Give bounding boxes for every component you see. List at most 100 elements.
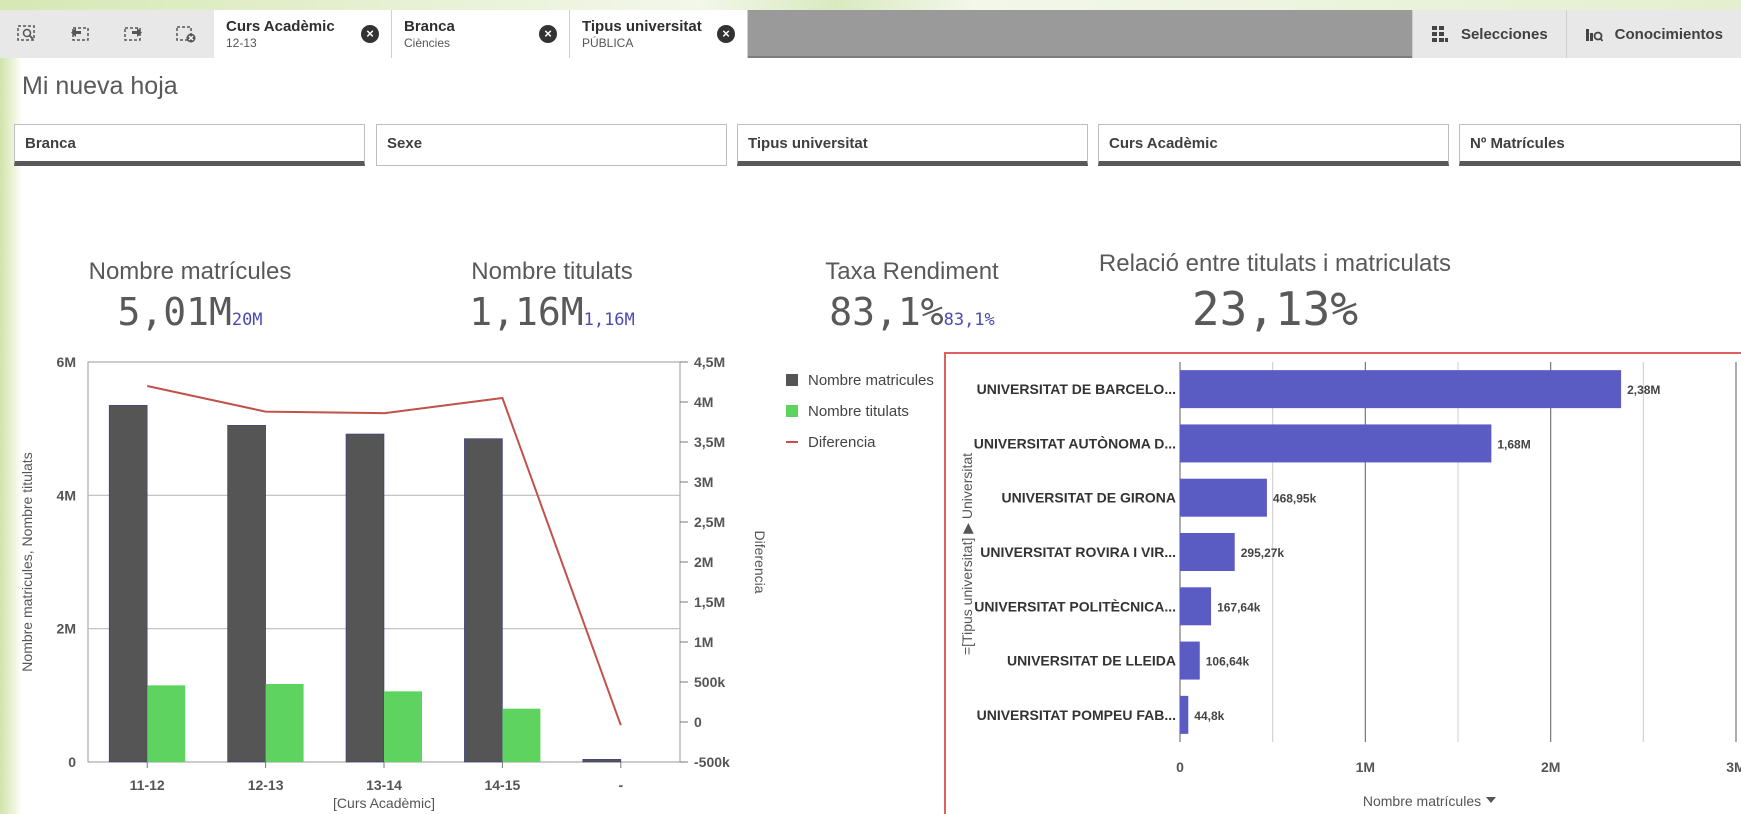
filter-sexe[interactable]: Sexe: [376, 124, 727, 166]
x-tick-label: 12-13: [248, 777, 284, 793]
selection-chip-curs-academic[interactable]: Curs Acadèmic 12-13 ×: [214, 10, 392, 58]
y2-tick-label: 1,5M: [694, 594, 725, 610]
x-tick-label: 11-12: [130, 777, 165, 793]
data-label: 44,8k: [1194, 709, 1224, 723]
bar-nombre-matricules: [345, 433, 385, 763]
y2-tick-label: 2,5M: [694, 514, 725, 530]
kpi-main-value: 1,16M: [469, 290, 584, 334]
bar-universitat: [1180, 424, 1492, 463]
legend-label: Diferencia: [808, 434, 876, 451]
y-axis-label: Nombre matricules, Nombre titulats: [19, 452, 35, 671]
bar-nombre-matricules: [464, 438, 503, 763]
data-label: 295,27k: [1241, 546, 1285, 560]
filter-curs-academic[interactable]: Curs Acadèmic: [1098, 124, 1449, 166]
x-axis-label: [Curs Acadèmic]: [333, 795, 435, 811]
y-tick-label: UNIVERSITAT ROVIRA I VIR...: [980, 544, 1176, 560]
close-icon[interactable]: ×: [361, 25, 379, 43]
smart-search-icon[interactable]: [0, 10, 53, 58]
selection-chip-branca[interactable]: Branca Ciències ×: [392, 10, 570, 58]
chip-title: Branca: [404, 18, 455, 35]
y-tick-label: 2M: [57, 621, 76, 637]
y-tick-label: UNIVERSITAT POMPEU FAB...: [977, 707, 1176, 723]
kpi-nombre-matricules: Nombre matrícules 5,01M20M: [60, 258, 320, 334]
y-tick-label: UNIVERSITAT DE GIRONA: [1002, 490, 1177, 506]
kpi-title: Taxa Rendiment: [825, 258, 999, 285]
filter-branca[interactable]: Branca: [14, 124, 365, 166]
page-title: Mi nueva hoja: [22, 72, 178, 100]
combo-chart[interactable]: 0 2M 4M 6M -500k 0 500k 1M 1,5M 2M 2,5M 3M 3,5M 4M 4,5…: [0, 350, 950, 814]
sort-dropdown-icon: [1486, 797, 1496, 803]
step-back-icon[interactable]: [53, 10, 106, 58]
y2-tick-label: 3M: [694, 474, 713, 490]
bar-universitat: [1180, 370, 1622, 409]
bar-nombre-matricules: [582, 759, 622, 763]
decorative-background-strip: [0, 0, 1741, 10]
close-icon[interactable]: ×: [717, 25, 735, 43]
bar-universitat: [1180, 533, 1235, 571]
x-tick-label: 3M: [1726, 759, 1741, 775]
y2-tick-label: -500k: [694, 754, 730, 770]
y-tick-label: UNIVERSITAT POLITÈCNICA...: [974, 598, 1176, 614]
x-tick-label: 0: [1176, 759, 1184, 775]
y2-tick-label: 3,5M: [694, 434, 725, 450]
x-tick-label: 14-15: [484, 777, 520, 793]
y2-tick-label: 500k: [694, 674, 725, 690]
data-label: 167,64k: [1217, 600, 1261, 614]
y2-tick-label: 4M: [694, 394, 713, 410]
selecciones-button[interactable]: Selecciones: [1411, 10, 1566, 58]
legend-label: Nombre titulats: [808, 403, 909, 420]
kpi-relacio-titulats-matriculats: Relació entre titulats i matriculats 23,…: [1075, 250, 1475, 336]
kpi-main-value: 5,01M: [117, 290, 232, 334]
y2-tick-label: 4,5M: [694, 354, 725, 370]
selection-chip-tipus-universitat[interactable]: Tipus universitat PÚBLICA ×: [570, 10, 748, 58]
filter-bar: Branca Sexe Tipus universitat Curs Acadè…: [14, 124, 1741, 166]
data-label: 106,64k: [1206, 655, 1250, 669]
x-axis-label: Nombre matrícules: [1363, 793, 1481, 809]
x-tick-label: 2M: [1541, 759, 1560, 775]
x-tick-label: -: [618, 777, 623, 793]
legend-label: Nombre matricules: [808, 372, 934, 389]
filter-n-matricules[interactable]: Nº Matrícules: [1459, 124, 1741, 166]
data-label: 468,95k: [1273, 492, 1317, 506]
kpi-main-value: 23,13%: [1191, 282, 1359, 336]
y-tick-label: 6M: [57, 354, 76, 370]
horizontal-bar-chart[interactable]: 0 1M 2M 3M UNIVERSITAT DE BARCELO... 2,38M UNI…: [946, 354, 1741, 814]
legend-swatch: [786, 374, 798, 386]
y-tick-label: UNIVERSITAT AUTÒNOMA D...: [974, 434, 1176, 451]
chip-value: 12-13: [226, 36, 257, 50]
kpi-sub-value: 83,1%: [943, 310, 995, 330]
kpi-sub-value: 1,16M: [583, 310, 635, 330]
kpi-title: Nombre matrícules: [88, 258, 292, 285]
kpi-nombre-titulats: Nombre titulats 1,16M1,16M: [432, 258, 672, 334]
bar-nombre-titulats: [502, 708, 541, 762]
bar-universitat: [1180, 695, 1189, 734]
y-tick-label: UNIVERSITAT DE BARCELO...: [977, 381, 1176, 397]
y2-tick-label: 0: [694, 714, 702, 730]
chip-value: PÚBLICA: [582, 36, 634, 50]
bar-universitat: [1180, 587, 1212, 626]
y-axis-label: =[Tipus universitat] ▶ Universitat: [959, 453, 975, 655]
kpi-taxa-rendiment: Taxa Rendiment 83,1%83,1%: [800, 258, 1024, 334]
legend-swatch: [786, 405, 798, 417]
clear-selections-icon[interactable]: [159, 10, 212, 58]
filter-tipus-universitat[interactable]: Tipus universitat: [737, 124, 1088, 166]
y2-tick-label: 2M: [694, 554, 713, 570]
y2-axis-label: Diferencia: [752, 530, 768, 593]
bar-nombre-matricules: [227, 425, 266, 763]
y-tick-label: 0: [68, 754, 76, 770]
chip-value: Ciències: [404, 36, 451, 50]
insights-icon: [1585, 29, 1603, 42]
x-tick-label: 1M: [1356, 759, 1375, 775]
kpi-value: 5,01M20M: [60, 290, 320, 334]
conocimientos-button[interactable]: Conocimientos: [1565, 10, 1741, 58]
kpi-sub-value: 20M: [231, 310, 263, 330]
selections-toolbar: Curs Acadèmic 12-13 × Branca Ciències × …: [0, 10, 1741, 58]
kpi-title: Nombre titulats: [471, 258, 633, 285]
chip-title: Curs Acadèmic: [226, 18, 335, 35]
data-label: 1,68M: [1497, 437, 1530, 451]
kpi-main-value: 83,1%: [829, 290, 944, 334]
step-forward-icon[interactable]: [106, 10, 159, 58]
grid-icon: [1431, 26, 1448, 42]
close-icon[interactable]: ×: [539, 25, 557, 43]
selecciones-label: Selecciones: [1460, 25, 1548, 43]
